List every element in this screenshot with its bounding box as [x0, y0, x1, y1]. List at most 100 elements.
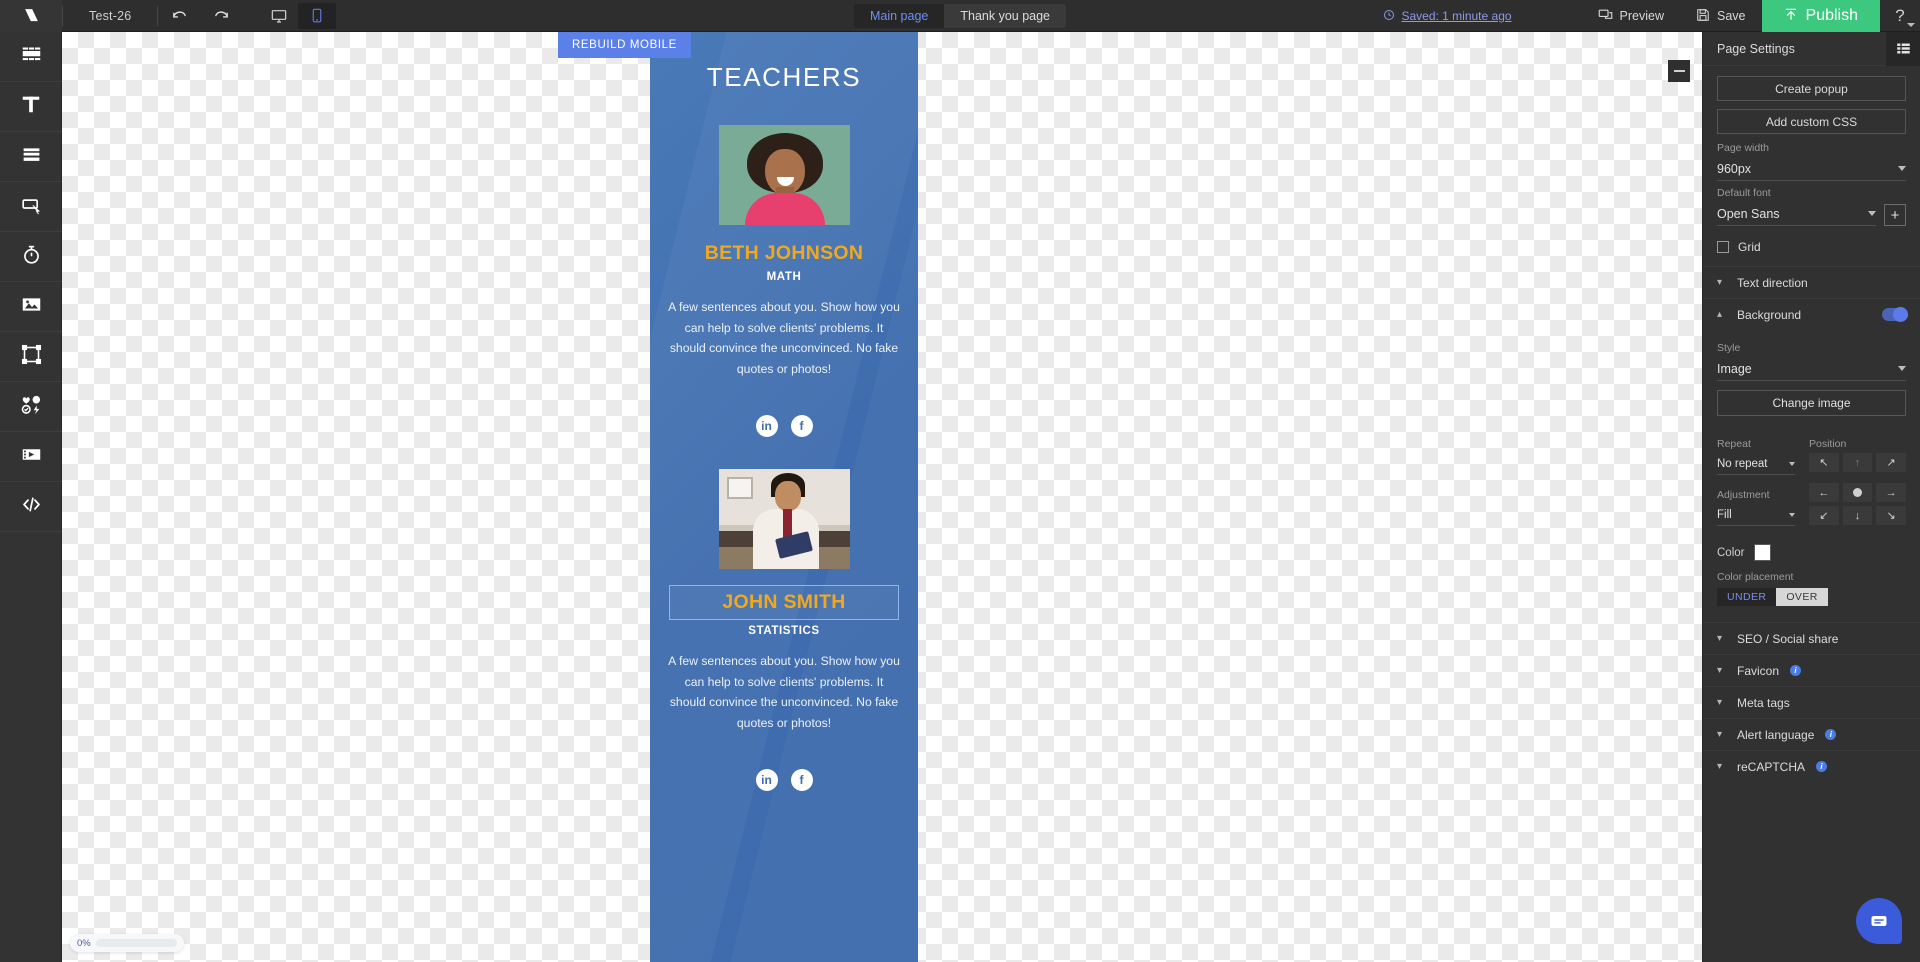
panel-body: Create popup Add custom CSS Page width 9… — [1703, 66, 1920, 254]
placement-over-button[interactable]: OVER — [1776, 588, 1828, 606]
button-cursor-icon — [21, 194, 42, 220]
color-label: Color — [1717, 546, 1745, 559]
teacher-name-selected[interactable]: JOHN SMITH — [669, 585, 899, 620]
desktop-view-icon[interactable] — [260, 3, 298, 29]
add-font-button[interactable]: + — [1884, 204, 1906, 226]
color-swatch[interactable] — [1754, 544, 1772, 561]
create-popup-button[interactable]: Create popup — [1717, 76, 1906, 101]
arrow-down-right-icon[interactable]: ↘ — [1876, 506, 1906, 525]
blocks-icon — [21, 44, 42, 70]
accordion-alert-language[interactable]: ▾ Alert language i — [1703, 718, 1920, 750]
info-icon[interactable]: i — [1816, 761, 1828, 772]
project-name[interactable]: Test-26 — [63, 9, 157, 23]
accordion-text-direction[interactable]: ▾ Text direction — [1703, 266, 1920, 298]
sidebar-item-video[interactable] — [0, 432, 62, 482]
teacher-description[interactable]: A few sentences about you. Show how you … — [650, 297, 918, 379]
adjustment-select[interactable]: Fill — [1717, 504, 1795, 526]
publish-button[interactable]: Publish — [1761, 0, 1880, 32]
info-icon[interactable]: i — [1790, 665, 1802, 676]
sidebar-item-code[interactable] — [0, 482, 62, 532]
add-custom-css-button[interactable]: Add custom CSS — [1717, 109, 1906, 134]
list-layers-icon[interactable] — [1886, 32, 1920, 66]
chevron-down-icon: ▾ — [1717, 697, 1723, 708]
accordion-label: SEO / Social share — [1737, 631, 1839, 646]
sidebar-item-button[interactable] — [0, 182, 62, 232]
position-label: Position — [1809, 438, 1847, 450]
style-select[interactable]: Image — [1717, 357, 1906, 381]
portrait-man-tablet[interactable] — [718, 469, 850, 569]
rebuild-mobile-button[interactable]: REBUILD MOBILE — [558, 32, 691, 58]
accordion-background[interactable]: ▴ Background — [1703, 298, 1920, 330]
accordion-seo-social-share[interactable]: ▾ SEO / Social share — [1703, 622, 1920, 654]
teacher-description[interactable]: A few sentences about you. Show how you … — [650, 651, 918, 733]
portrait-woman-laughing[interactable] — [718, 125, 850, 225]
video-film-icon — [21, 444, 42, 470]
accordion-meta-tags[interactable]: ▾ Meta tags — [1703, 686, 1920, 718]
arrow-up-left-icon[interactable]: ↖ — [1809, 453, 1839, 472]
redo-icon[interactable] — [200, 0, 242, 32]
page-width-select[interactable]: 960px — [1717, 157, 1906, 181]
brand-logo-icon[interactable] — [0, 0, 62, 32]
chevron-down-icon — [1907, 23, 1915, 27]
facebook-icon[interactable]: f — [790, 415, 813, 437]
arrow-up-right-icon[interactable]: ↗ — [1876, 453, 1906, 472]
placement-under-button[interactable]: UNDER — [1717, 588, 1777, 606]
arrow-down-left-icon[interactable]: ↙ — [1809, 506, 1839, 525]
facebook-icon[interactable]: f — [790, 769, 813, 791]
save-status[interactable]: Saved: 1 minute ago — [1383, 9, 1512, 24]
background-toggle[interactable] — [1882, 307, 1908, 322]
mobile-view-icon[interactable] — [298, 2, 337, 29]
left-sidebar — [0, 32, 62, 962]
undo-icon[interactable] — [158, 0, 200, 32]
arrow-up-icon[interactable]: ↑ — [1842, 453, 1873, 472]
teacher-role[interactable]: STATISTICS — [650, 625, 918, 637]
sidebar-item-shape[interactable] — [0, 332, 62, 382]
accordion-recaptcha[interactable]: ▾ reCAPTCHA i — [1703, 750, 1920, 782]
sidebar-item-icons[interactable] — [0, 382, 62, 432]
tab-main-page[interactable]: Main page — [853, 3, 945, 28]
change-image-button[interactable]: Change image — [1717, 390, 1906, 416]
tab-thank-you-page[interactable]: Thank you page — [944, 3, 1067, 28]
teacher-name[interactable]: BETH JOHNSON — [650, 242, 918, 265]
page-width-value: 960px — [1717, 161, 1752, 176]
accordion-label: Text direction — [1737, 275, 1808, 290]
center-dot-icon[interactable] — [1842, 483, 1873, 502]
chat-bubble-icon[interactable] — [1856, 898, 1902, 944]
teacher-card[interactable]: BETH JOHNSON MATH A few sentences about … — [650, 125, 918, 437]
preview-button[interactable]: Preview — [1582, 0, 1680, 32]
info-icon[interactable]: i — [1825, 729, 1837, 740]
device-switcher — [260, 2, 337, 29]
repeat-select[interactable]: No repeat — [1717, 453, 1795, 475]
teacher-role[interactable]: MATH — [650, 271, 918, 283]
chevron-down-icon — [1868, 211, 1876, 216]
linkedin-icon[interactable]: in — [755, 415, 778, 437]
style-value: Image — [1717, 361, 1752, 376]
sidebar-item-timer[interactable] — [0, 232, 62, 282]
default-font-select[interactable]: Open Sans — [1717, 202, 1876, 226]
arrow-right-icon[interactable]: → — [1876, 483, 1906, 502]
position-grid-bottom: ↙ ↓ ↘ — [1809, 506, 1906, 525]
grid-checkbox[interactable]: Grid — [1717, 240, 1906, 254]
teacher-card[interactable]: JOHN SMITH STATISTICS A few sentences ab… — [650, 469, 918, 791]
help-label: ? — [1895, 6, 1905, 25]
sidebar-item-image[interactable] — [0, 282, 62, 332]
editor-canvas[interactable]: REBUILD MOBILE TEACHERS BETH JOHNSON MAT… — [62, 32, 1702, 962]
save-button[interactable]: Save — [1680, 0, 1762, 32]
sidebar-item-text[interactable] — [0, 82, 62, 132]
arrow-left-icon[interactable]: ← — [1809, 483, 1839, 502]
help-button[interactable]: ? — [1880, 0, 1920, 32]
adjustment-row: Adjustment Fill ← → ↙ ↓ ↘ — [1717, 483, 1906, 526]
chevron-down-icon: ▾ — [1717, 729, 1723, 740]
chevron-down-icon: ▾ — [1717, 665, 1723, 676]
page-settings-panel: Page Settings Create popup Add custom CS… — [1702, 32, 1920, 962]
sidebar-item-forms[interactable] — [0, 132, 62, 182]
arrow-down-icon[interactable]: ↓ — [1842, 506, 1873, 525]
mobile-page-preview[interactable]: TEACHERS BETH JOHNSON MATH A few sentenc… — [650, 32, 918, 962]
top-toolbar: Test-26 Main page Thank you page Saved: … — [0, 0, 1920, 32]
linkedin-icon[interactable]: in — [755, 769, 778, 791]
minus-collapse-icon[interactable] — [1668, 60, 1690, 82]
accordion-favicon[interactable]: ▾ Favicon i — [1703, 654, 1920, 686]
style-label: Style — [1717, 342, 1741, 354]
sidebar-item-blocks[interactable] — [0, 32, 62, 82]
text-t-icon — [20, 93, 42, 120]
